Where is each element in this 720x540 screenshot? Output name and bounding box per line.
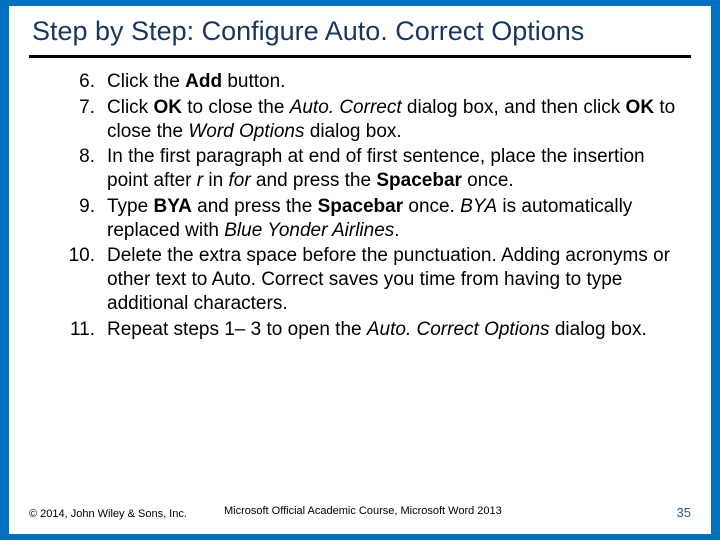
steps-list: 6.Click the Add button.7.Click OK to clo… [29, 70, 691, 341]
list-item: 7.Click OK to close the Auto. Correct di… [67, 96, 691, 144]
step-number: 11. [67, 318, 107, 342]
step-number: 10. [67, 244, 107, 315]
step-text: In the first paragraph at end of first s… [107, 145, 691, 193]
step-text: Repeat steps 1– 3 to open the Auto. Corr… [107, 318, 691, 342]
step-number: 8. [67, 145, 107, 193]
list-item: 10.Delete the extra space before the pun… [67, 244, 691, 315]
copyright-text: © 2014, John Wiley & Sons, Inc. [29, 508, 187, 520]
list-item: 9.Type BYA and press the Spacebar once. … [67, 195, 691, 243]
slide: Step by Step: Configure Auto. Correct Op… [9, 6, 711, 534]
step-number: 9. [67, 195, 107, 243]
footer: © 2014, John Wiley & Sons, Inc. Microsof… [29, 505, 691, 520]
step-text: Click OK to close the Auto. Correct dial… [107, 96, 691, 144]
step-text: Type BYA and press the Spacebar once. BY… [107, 195, 691, 243]
list-item: 11.Repeat steps 1– 3 to open the Auto. C… [67, 318, 691, 342]
list-item: 6.Click the Add button. [67, 70, 691, 94]
page-number: 35 [677, 505, 691, 520]
step-number: 6. [67, 70, 107, 94]
step-number: 7. [67, 96, 107, 144]
step-text: Delete the extra space before the punctu… [107, 244, 691, 315]
list-item: 8.In the first paragraph at end of first… [67, 145, 691, 193]
step-text: Click the Add button. [107, 70, 691, 94]
page-title: Step by Step: Configure Auto. Correct Op… [29, 16, 691, 58]
course-text: Microsoft Official Academic Course, Micr… [224, 505, 502, 517]
